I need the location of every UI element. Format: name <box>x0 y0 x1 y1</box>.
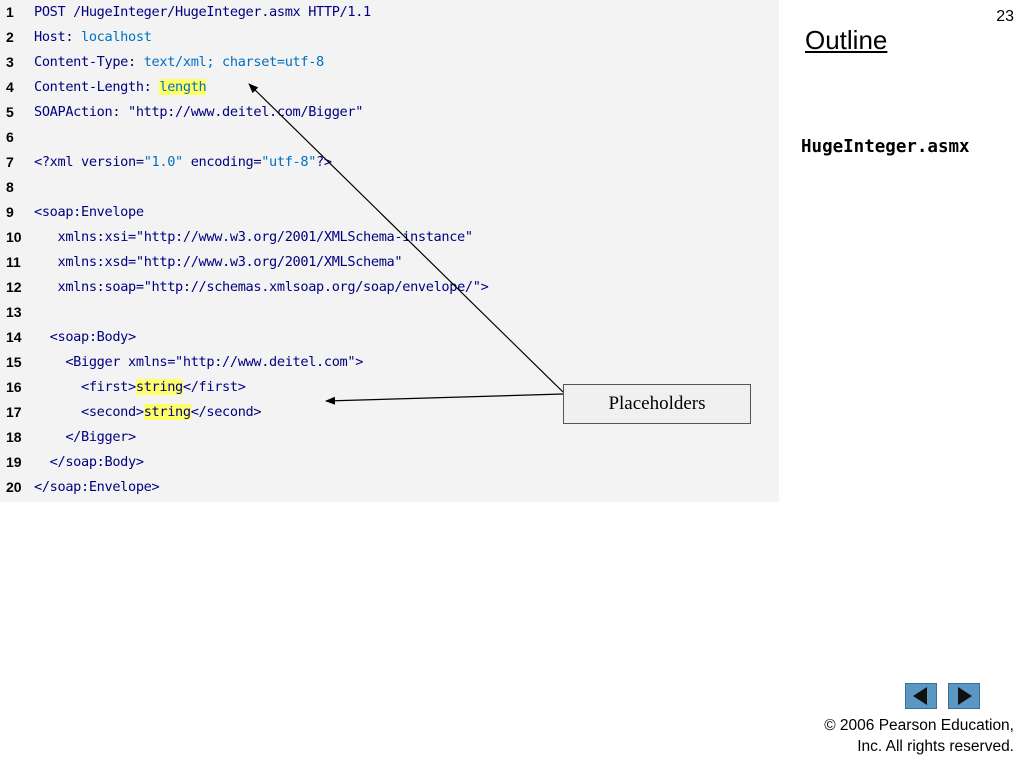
callout-arrows <box>248 83 564 405</box>
copyright-notice: © 2006 Pearson Education, Inc. All right… <box>774 715 1014 757</box>
triangle-left-icon <box>913 687 927 705</box>
triangle-right-icon <box>958 687 972 705</box>
previous-slide-button[interactable] <box>905 683 937 709</box>
arrow-to-length <box>248 83 564 393</box>
copyright-line-2: Inc. All rights reserved. <box>857 738 1014 755</box>
copyright-line-1: © 2006 Pearson Education, <box>824 717 1014 734</box>
arrow-to-string <box>325 393 564 405</box>
next-slide-button[interactable] <box>948 683 980 709</box>
